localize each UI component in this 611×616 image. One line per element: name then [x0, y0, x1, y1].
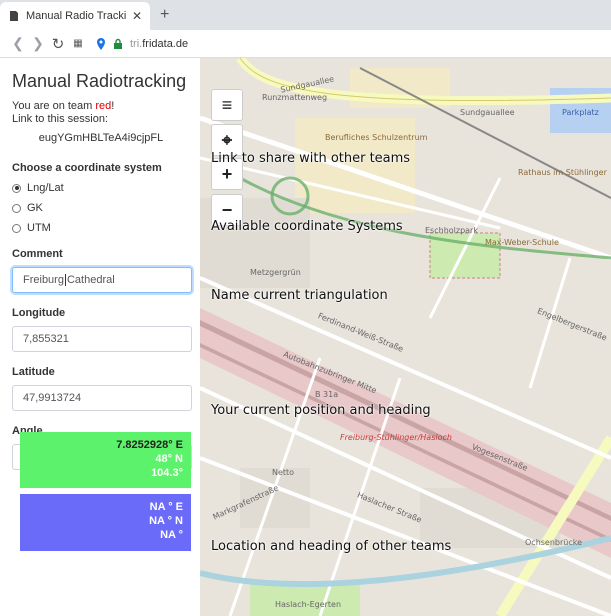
- own-position-lat: 48° N: [155, 453, 183, 465]
- url-host: tri.: [130, 37, 143, 50]
- team-name: red: [95, 100, 112, 112]
- annotation-coords: Available coordinate Systems: [211, 219, 403, 234]
- own-position-box: 7.8252928° E 48° N 104.3°: [20, 432, 191, 488]
- map-label-netto: Netto: [272, 468, 295, 477]
- map-label-b31a: B 31a: [315, 390, 339, 399]
- other-teams-lng: NA ° E: [149, 501, 183, 513]
- team-info: You are on team red! Link to this sessio…: [12, 100, 190, 126]
- url-domain: fridata.de: [142, 37, 189, 50]
- radio-gk-button[interactable]: [12, 203, 21, 213]
- radio-utm[interactable]: UTM: [12, 222, 190, 234]
- team-suffix: !: [111, 100, 115, 112]
- forward-icon[interactable]: ❯: [28, 35, 48, 52]
- longitude-input[interactable]: 7,855321: [12, 326, 192, 352]
- other-teams-box: NA ° E NA ° N NA °: [20, 494, 191, 551]
- latitude-input[interactable]: 47,9913724: [12, 385, 192, 411]
- annotation-share: Link to share with other teams: [211, 151, 411, 166]
- session-code[interactable]: eugYGmHBLTeA4i9cjpFL: [12, 132, 190, 144]
- location-pin-icon[interactable]: [94, 37, 108, 51]
- map-label-parkplatz: Parkplatz: [562, 108, 599, 117]
- browser-tab[interactable]: Manual Radio Tracking - T ✕: [0, 2, 150, 30]
- comment-value-b: Cathedral: [66, 274, 115, 286]
- own-position-lng: 7.8252928° E: [116, 439, 183, 451]
- radio-utm-label: UTM: [27, 222, 51, 234]
- annotation-others: Location and heading of other teams: [211, 539, 452, 554]
- map-label-eschholzpark: Eschholzpark: [425, 226, 478, 235]
- other-teams-lat: NA ° N: [149, 515, 183, 527]
- close-tab-icon[interactable]: ✕: [132, 9, 142, 23]
- lock-icon[interactable]: [112, 38, 124, 50]
- map-label-runzmattenweg: Runzmattenweg: [262, 93, 328, 102]
- comment-input[interactable]: Freiburg Cathedral: [12, 267, 192, 293]
- latitude-label: Latitude: [12, 366, 55, 378]
- back-icon[interactable]: ❮: [8, 35, 28, 52]
- map-label-schulzentrum: Berufliches Schulzentrum: [325, 133, 428, 142]
- map-label-haslach-egerten: Haslach-Egerten: [275, 600, 342, 609]
- apps-grid-icon[interactable]: ▦: [68, 38, 88, 49]
- browser-tab-bar: Manual Radio Tracking - T ✕ +: [0, 0, 611, 30]
- reload-icon[interactable]: ↻: [48, 35, 68, 53]
- page-icon: [10, 11, 18, 21]
- tab-title: Manual Radio Tracking - T: [26, 10, 126, 22]
- comment-value-a: Freiburg: [23, 274, 64, 286]
- own-position-heading: 104.3°: [151, 467, 183, 479]
- map-label-max-weber: Max-Weber-Schule: [485, 238, 559, 247]
- radio-utm-button[interactable]: [12, 223, 21, 233]
- menu-icon[interactable]: ≡: [212, 90, 242, 120]
- map[interactable]: Runzmattenweg Sundgauallee Sundgauallee …: [200, 58, 611, 616]
- team-prefix: You are on team: [12, 100, 96, 112]
- coordinate-system-label: Choose a coordinate system: [12, 162, 162, 174]
- annotation-position: Your current position and heading: [211, 403, 431, 418]
- map-label-ochsenbruecke: Ochsenbrücke: [525, 538, 583, 547]
- other-teams-heading: NA °: [160, 529, 183, 541]
- comment-label: Comment: [12, 248, 63, 260]
- address-bar: ❮ ❯ ↻ ▦ tri.fridata.de: [0, 30, 611, 58]
- map-label-sundgauallee-b: Sundgauallee: [460, 108, 515, 117]
- longitude-label: Longitude: [12, 307, 66, 319]
- map-label-metzgergruen: Metzgergrün: [250, 268, 301, 277]
- menu-button[interactable]: ≡: [211, 89, 243, 121]
- session-link-label: Link to this session:: [12, 113, 108, 125]
- url-field[interactable]: tri.fridata.de: [130, 38, 188, 50]
- map-label-freiburg-hasloch: Freiburg-Stühlinger/Hasloch: [340, 433, 452, 442]
- radio-lnglat-label: Lng/Lat: [27, 182, 64, 194]
- radio-lnglat[interactable]: Lng/Lat: [12, 182, 190, 194]
- radio-gk[interactable]: GK: [12, 202, 190, 214]
- new-tab-button[interactable]: +: [160, 6, 169, 24]
- text-cursor: [64, 274, 66, 286]
- app-title: Manual Radiotracking: [12, 71, 187, 91]
- radio-gk-label: GK: [27, 202, 43, 214]
- map-label-rathaus: Rathaus im Stühlinger: [518, 168, 607, 177]
- annotation-name: Name current triangulation: [211, 288, 388, 303]
- radio-lnglat-button[interactable]: [12, 183, 21, 193]
